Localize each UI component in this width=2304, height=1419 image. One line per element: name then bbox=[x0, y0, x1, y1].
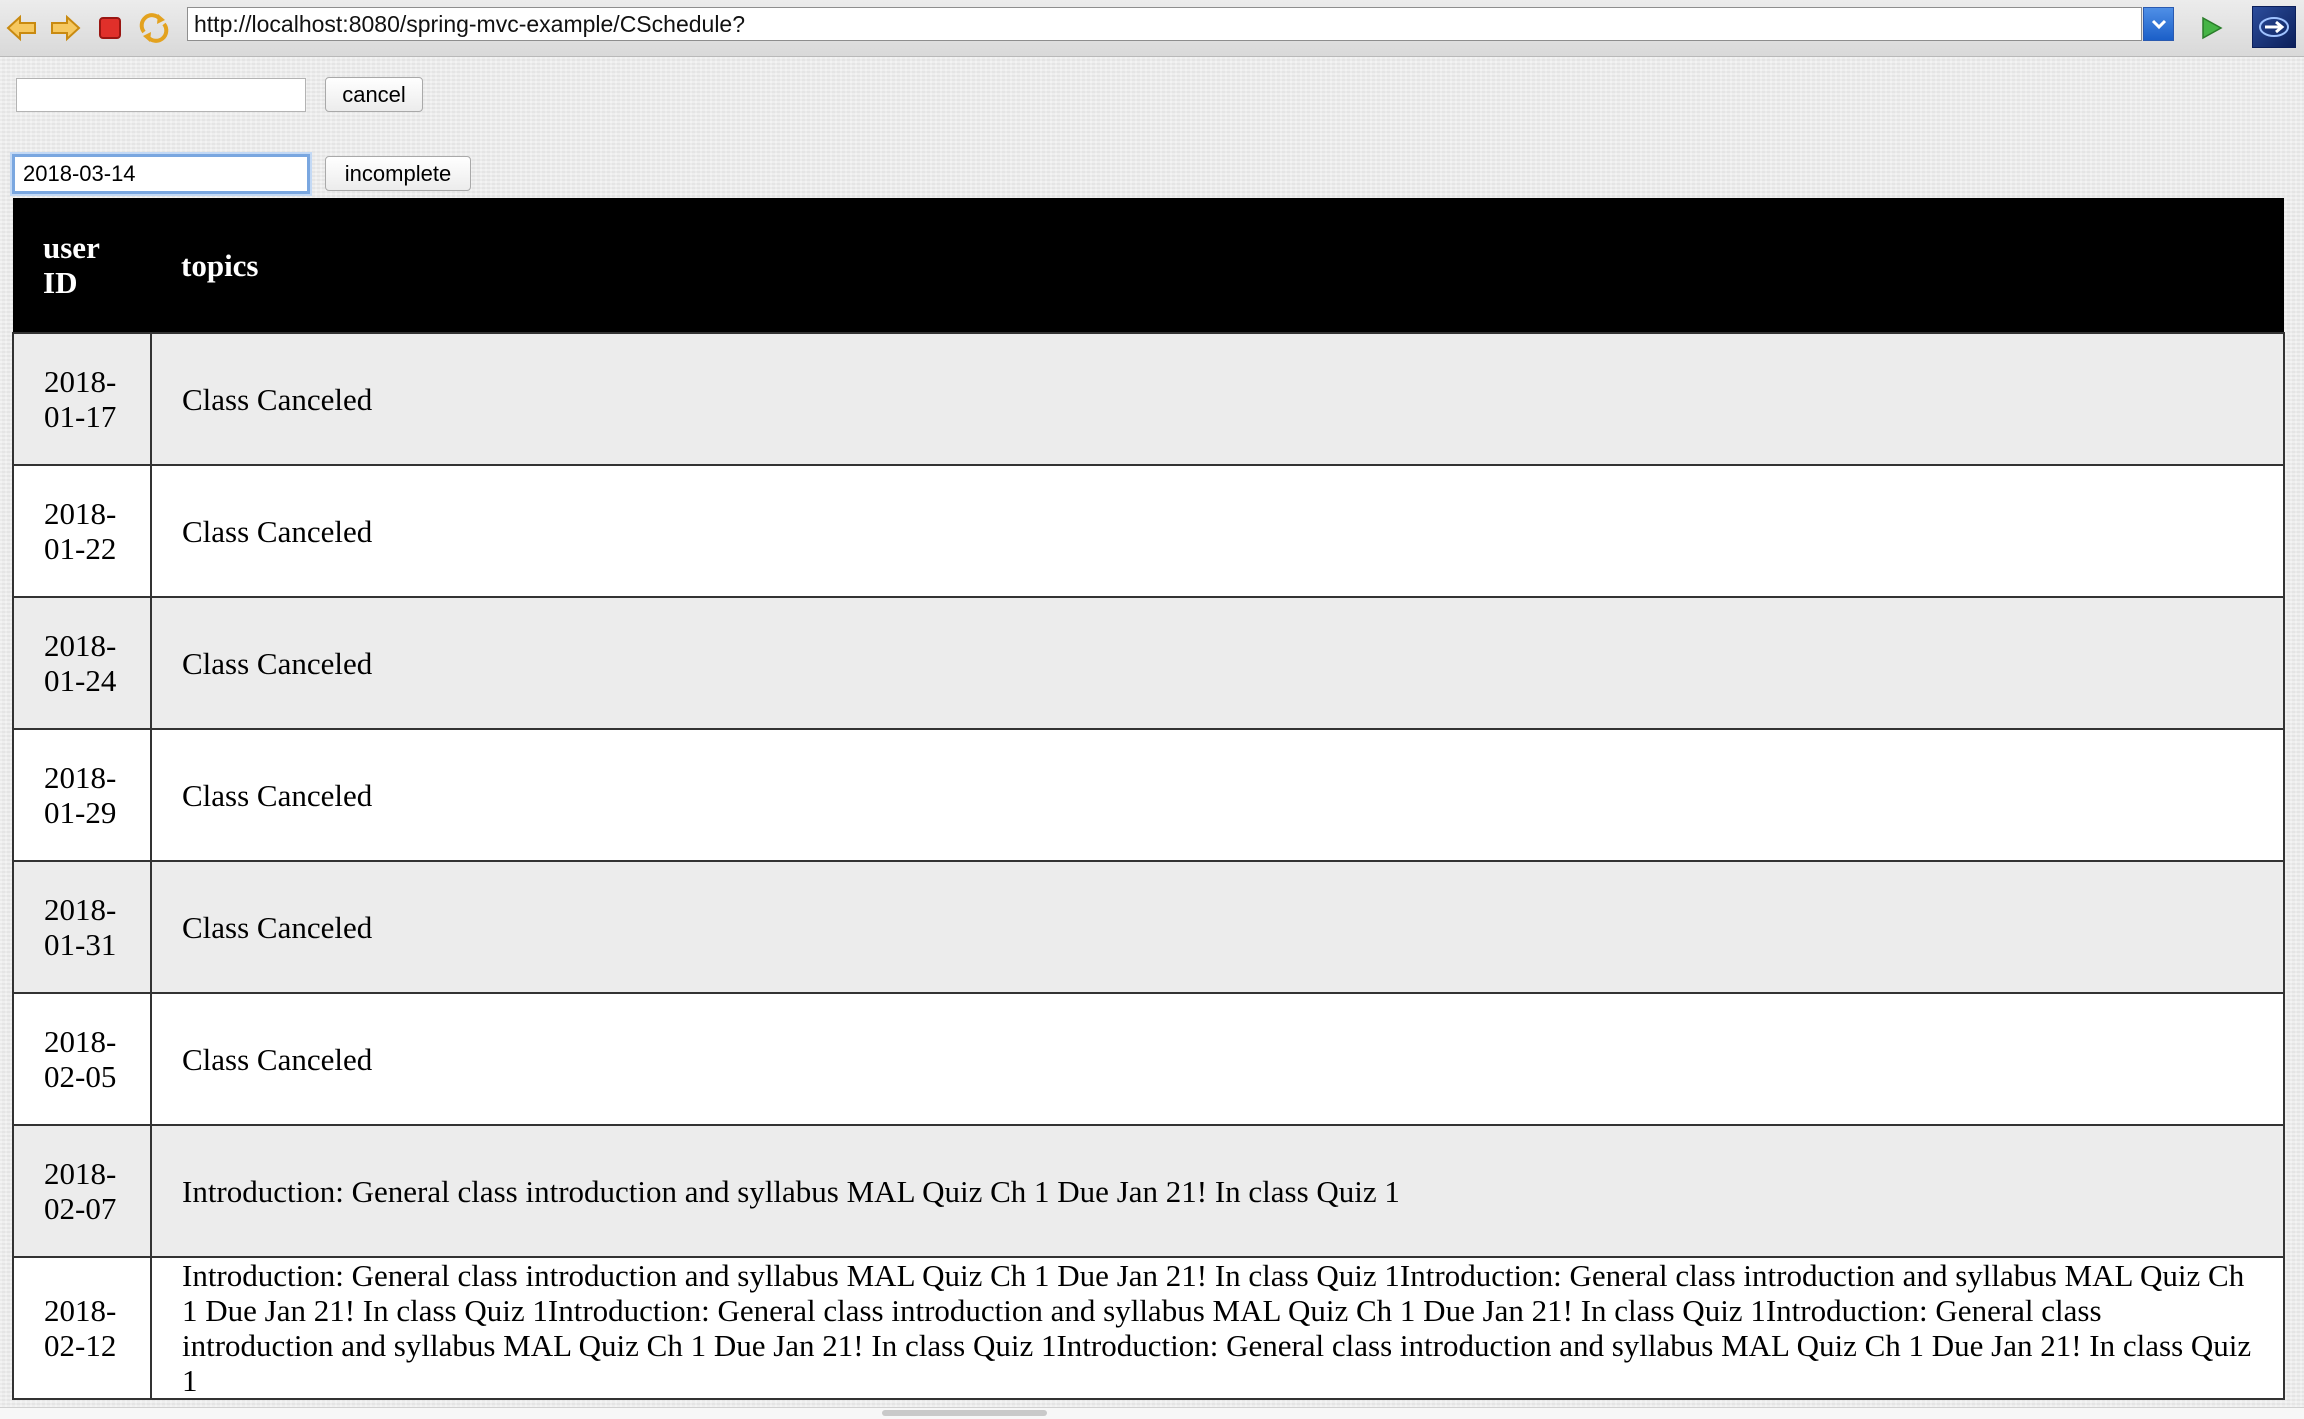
scrollbar-thumb[interactable] bbox=[882, 1410, 1047, 1416]
dropdown-arrow-icon[interactable] bbox=[2143, 7, 2174, 41]
cancel-button[interactable]: cancel bbox=[325, 77, 423, 112]
row-date: 2018-01-17 bbox=[12, 332, 152, 466]
row-topics: Introduction: General class introduction… bbox=[150, 1124, 2285, 1258]
stop-icon[interactable] bbox=[92, 10, 128, 46]
header-user-id: user ID bbox=[13, 198, 151, 333]
row-date: 2018-01-24 bbox=[12, 596, 152, 730]
forward-arrow-icon[interactable] bbox=[47, 10, 83, 46]
table-row: 2018-02-05 Class Canceled bbox=[12, 992, 2285, 1126]
row-date: 2018-01-22 bbox=[12, 464, 152, 598]
row-topics: Class Canceled bbox=[150, 464, 2285, 598]
table-row: 2018-01-24 Class Canceled bbox=[12, 596, 2285, 730]
go-icon[interactable] bbox=[2193, 10, 2229, 46]
row-topics: Class Canceled bbox=[150, 860, 2285, 994]
table-header-row: user ID topics bbox=[13, 198, 2284, 333]
table-row: 2018-01-22 Class Canceled bbox=[12, 464, 2285, 598]
row-date: 2018-02-07 bbox=[12, 1124, 152, 1258]
table-row: 2018-01-31 Class Canceled bbox=[12, 860, 2285, 994]
table-row: 2018-01-29 Class Canceled bbox=[12, 728, 2285, 862]
incomplete-button[interactable]: incomplete bbox=[325, 156, 471, 191]
back-arrow-icon[interactable] bbox=[4, 10, 40, 46]
reload-icon[interactable] bbox=[136, 10, 172, 46]
row-date: 2018-02-05 bbox=[12, 992, 152, 1126]
horizontal-scrollbar[interactable] bbox=[0, 1407, 2304, 1419]
row-topics: Class Canceled bbox=[150, 992, 2285, 1126]
row-date: 2018-01-29 bbox=[12, 728, 152, 862]
row-topics: Introduction: General class introduction… bbox=[150, 1256, 2285, 1400]
header-topics: topics bbox=[151, 198, 2284, 333]
incomplete-date-input[interactable] bbox=[12, 154, 310, 194]
table-row: 2018-02-12 Introduction: General class i… bbox=[12, 1256, 2285, 1400]
extension-icon[interactable] bbox=[2252, 6, 2296, 48]
url-bar[interactable] bbox=[187, 7, 2142, 41]
row-topics: Class Canceled bbox=[150, 596, 2285, 730]
cancel-date-input[interactable] bbox=[16, 78, 306, 112]
row-date: 2018-02-12 bbox=[12, 1256, 152, 1400]
row-topics: Class Canceled bbox=[150, 332, 2285, 466]
page-content: cancel incomplete user ID topics 2018-01… bbox=[0, 57, 2304, 1407]
browser-toolbar bbox=[0, 0, 2304, 57]
row-date: 2018-01-31 bbox=[12, 860, 152, 994]
table-row: 2018-02-07 Introduction: General class i… bbox=[12, 1124, 2285, 1258]
row-topics: Class Canceled bbox=[150, 728, 2285, 862]
table-row: 2018-01-17 Class Canceled bbox=[12, 332, 2285, 466]
schedule-table: user ID topics 2018-01-17 Class Canceled… bbox=[12, 198, 2285, 1400]
